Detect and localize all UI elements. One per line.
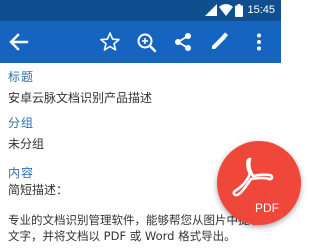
- share-icon: [175, 33, 191, 51]
- signal-icon: [205, 4, 217, 16]
- wifi-icon: [219, 4, 233, 16]
- status-bar: 15:45: [0, 0, 281, 21]
- zoom-button[interactable]: [133, 29, 159, 55]
- app-toolbar: [0, 21, 281, 63]
- favorite-button[interactable]: [97, 29, 123, 55]
- pdf-icon: [232, 157, 274, 197]
- more-vert-icon: [257, 33, 261, 51]
- group-section-label: 分组: [8, 116, 35, 130]
- edit-pencil-icon: [212, 32, 229, 49]
- content-line-2: 文字，并将文档以 PDF 或 Word 格式导出。: [8, 229, 236, 243]
- pdf-label: PDF: [255, 201, 279, 215]
- content-section-label: 内容: [8, 166, 35, 180]
- export-pdf-button[interactable]: PDF: [217, 141, 301, 225]
- zoom-search-icon: [137, 33, 157, 53]
- title-value: 安卓云脉文档识别产品描述: [8, 91, 153, 105]
- back-arrow-icon: [9, 33, 29, 51]
- group-value: 未分组: [8, 137, 45, 151]
- title-section-label: 标题: [8, 70, 35, 84]
- status-time: 15:45: [247, 4, 275, 16]
- star-icon: [100, 32, 120, 51]
- battery-icon: [235, 4, 243, 17]
- share-button[interactable]: [170, 29, 196, 55]
- more-options-button[interactable]: [246, 29, 272, 55]
- content-intro: 简短描述：: [8, 183, 69, 197]
- edit-button[interactable]: [206, 29, 232, 55]
- back-button[interactable]: [6, 29, 32, 55]
